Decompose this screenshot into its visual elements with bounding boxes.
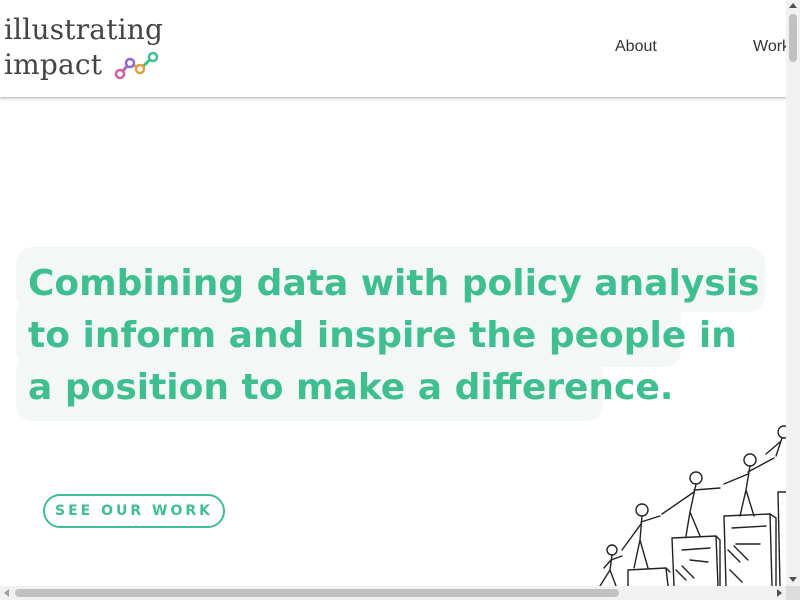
scroll-right-arrow-icon[interactable]: [777, 589, 782, 597]
connected-dots-chart-icon: [114, 51, 159, 80]
nav-work[interactable]: Work: [753, 38, 790, 56]
horizontal-scrollbar[interactable]: [0, 586, 786, 600]
scroll-down-arrow-icon[interactable]: [789, 577, 797, 582]
vertical-scrollbar[interactable]: [786, 0, 800, 586]
nav-about[interactable]: About: [615, 38, 657, 56]
horizontal-scroll-thumb[interactable]: [15, 589, 619, 597]
vertical-scroll-thumb[interactable]: [789, 14, 797, 62]
logo-line-1: illustrating: [4, 13, 164, 46]
scroll-up-arrow-icon[interactable]: [789, 3, 797, 8]
scrollbar-corner: [786, 586, 800, 600]
people-climbing-steps-illustration: [599, 425, 786, 586]
see-our-work-button[interactable]: SEE OUR WORK: [43, 494, 225, 528]
scroll-left-arrow-icon[interactable]: [4, 589, 9, 597]
hero-headline: Combining data with policy analysis to i…: [28, 263, 760, 408]
site-header: illustrating impact About Work: [0, 0, 790, 97]
